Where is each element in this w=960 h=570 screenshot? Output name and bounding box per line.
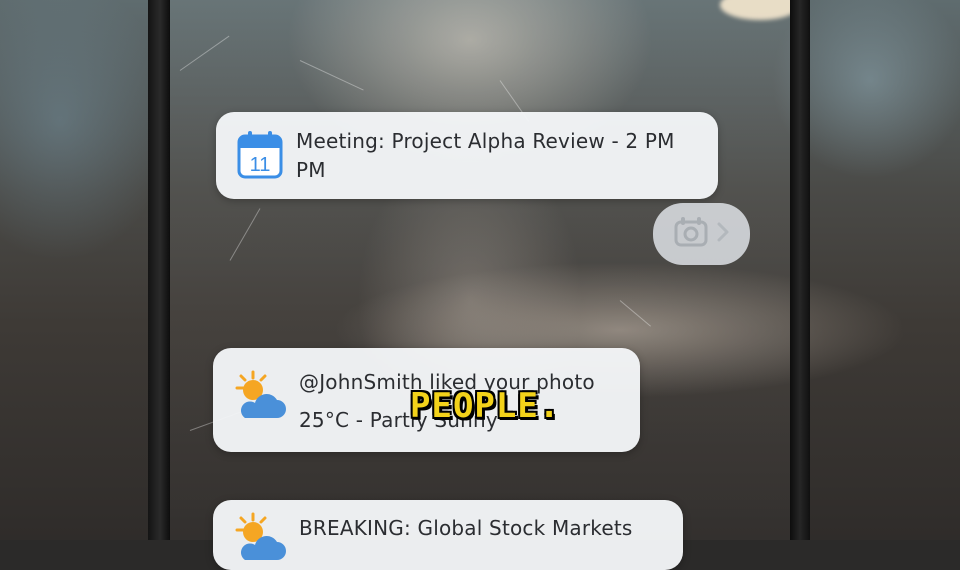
weather-partly-cloudy-icon: [231, 512, 287, 568]
notification-title: Meeting: Project Alpha Review - 2 PM PM: [296, 129, 675, 182]
notification-calendar[interactable]: 11 Meeting: Project Alpha Review - 2 PM …: [216, 112, 718, 199]
weather-partly-cloudy-icon: [231, 370, 287, 426]
phone-frame-left: [148, 0, 170, 540]
notification-news[interactable]: BREAKING: Global Stock Markets: [213, 500, 683, 570]
chevron-right-icon: [716, 221, 730, 247]
phone-frame-right: [790, 0, 810, 540]
video-caption: PEOPLE.: [410, 386, 561, 426]
alarm-icon: [674, 217, 708, 251]
phone-screen: [170, 0, 790, 540]
calendar-icon: 11: [232, 127, 288, 183]
calendar-day-number: 11: [250, 154, 271, 176]
notification-action-pill[interactable]: [653, 203, 750, 265]
notification-title: BREAKING: Global Stock Markets: [299, 516, 633, 540]
